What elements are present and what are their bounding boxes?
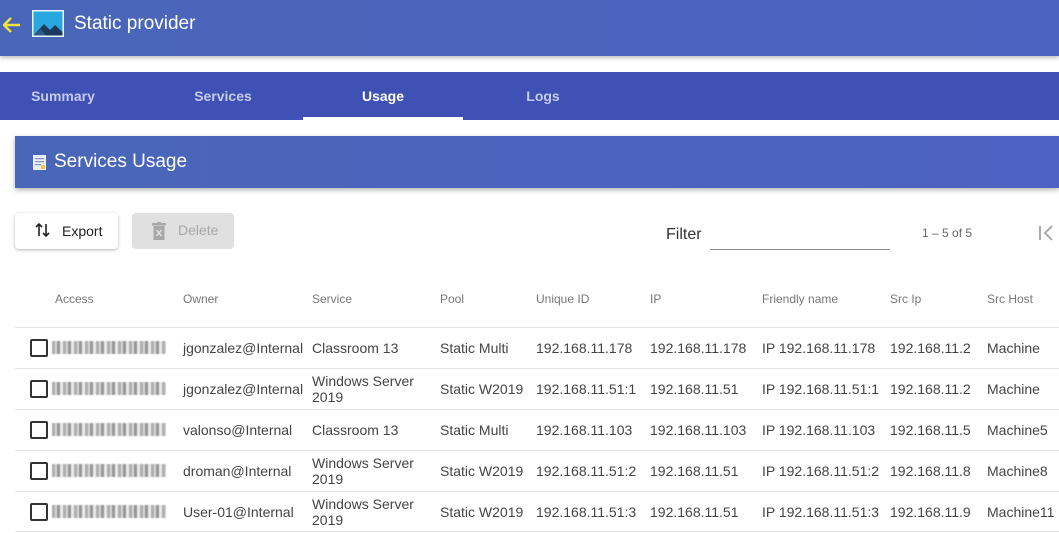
table-row[interactable]: jgonzalez@Internal Windows Server 2019 S… (15, 368, 1059, 409)
src-ip-cell: 192.168.11.2 (890, 381, 971, 397)
owner-cell: valonso@Internal (183, 422, 293, 438)
tab-services[interactable]: Services (143, 72, 303, 120)
src-ip-cell: 192.168.11.8 (890, 463, 971, 479)
access-date-redacted (52, 423, 166, 436)
src-ip-cell: 192.168.11.5 (890, 422, 971, 438)
friendly-name-cell: IP 192.168.11.51:1 (762, 381, 880, 397)
owner-cell: jgonzalez@Internal (183, 340, 304, 356)
access-date-redacted (52, 464, 166, 477)
arrow-left-icon (2, 17, 20, 33)
pool-cell: Static W2019 (440, 504, 524, 520)
column-header-service[interactable]: Service (312, 292, 352, 306)
filter-label: Filter (666, 226, 702, 243)
app-title: Static provider (74, 13, 196, 34)
service-cell: Windows Server 2019 (312, 496, 414, 528)
card-header: Services Usage (15, 136, 1059, 188)
src-ip-cell: 192.168.11.9 (890, 504, 971, 520)
trash-icon (152, 222, 166, 240)
src-host-cell: Machine8 (987, 463, 1048, 479)
document-icon (33, 155, 46, 170)
delete-button[interactable]: Delete (132, 213, 234, 249)
src-host-cell: Machine11 (987, 504, 1055, 520)
friendly-name-cell: IP 192.168.11.103 (762, 422, 876, 438)
column-header-pool[interactable]: Pool (440, 292, 464, 306)
filter-input[interactable] (710, 222, 890, 250)
first-page-icon[interactable] (1037, 222, 1057, 244)
pool-cell: Static Multi (440, 340, 509, 356)
active-tab-indicator (303, 117, 463, 120)
table-row[interactable]: User-01@Internal Windows Server 2019 Sta… (15, 491, 1059, 532)
src-host-cell: Machine (987, 381, 1040, 397)
ip-cell: 192.168.11.103 (650, 422, 747, 438)
src-ip-cell: 192.168.11.2 (890, 340, 971, 356)
access-date-redacted (52, 341, 166, 354)
pool-cell: Static W2019 (440, 381, 524, 397)
column-header-unique-id[interactable]: Unique ID (536, 292, 589, 306)
ip-cell: 192.168.11.178 (650, 340, 747, 356)
unique-id-cell: 192.168.11.51:1 (536, 381, 637, 397)
row-checkbox[interactable] (30, 339, 48, 357)
row-checkbox[interactable] (30, 462, 48, 480)
table-row[interactable]: jgonzalez@Internal Classroom 13 Static M… (15, 327, 1059, 368)
column-header-ip[interactable]: IP (650, 292, 661, 306)
table-row[interactable]: valonso@Internal Classroom 13 Static Mul… (15, 409, 1059, 450)
paginator-range-label: 1 – 5 of 5 (922, 226, 973, 240)
unique-id-cell: 192.168.11.178 (536, 340, 633, 356)
tab-bar: Summary Services Usage Logs (0, 72, 1059, 120)
access-date-redacted (52, 382, 166, 395)
src-host-cell: Machine (987, 340, 1040, 356)
owner-cell: User-01@Internal (183, 504, 294, 520)
unique-id-cell: 192.168.11.51:2 (536, 463, 637, 479)
pool-cell: Static W2019 (440, 463, 524, 479)
delete-label: Delete (178, 222, 219, 238)
friendly-name-cell: IP 192.168.11.178 (762, 340, 876, 356)
card-title: Services Usage (54, 151, 188, 172)
tab-logs[interactable]: Logs (463, 72, 623, 120)
column-header-src-host[interactable]: Src Host (987, 292, 1033, 306)
row-checkbox[interactable] (30, 380, 48, 398)
column-header-src-ip[interactable]: Src Ip (890, 292, 921, 306)
ip-cell: 192.168.11.51 (650, 504, 739, 520)
sort-arrows-icon (35, 222, 50, 238)
access-date-redacted (52, 505, 166, 518)
column-header-access[interactable]: Access (55, 292, 94, 306)
service-cell: Windows Server 2019 (312, 373, 414, 405)
row-checkbox[interactable] (30, 503, 48, 521)
service-cell: Classroom 13 (312, 340, 399, 356)
tab-usage[interactable]: Usage (303, 72, 463, 120)
ip-cell: 192.168.11.51 (650, 381, 739, 397)
owner-cell: jgonzalez@Internal (183, 381, 304, 397)
app-toolbar: Static provider (0, 0, 1059, 56)
ip-cell: 192.168.11.51 (650, 463, 739, 479)
row-checkbox[interactable] (30, 421, 48, 439)
src-host-cell: Machine5 (987, 422, 1048, 438)
column-header-owner[interactable]: Owner (183, 292, 218, 306)
back-button[interactable] (2, 14, 22, 36)
service-cell: Windows Server 2019 (312, 455, 414, 487)
column-header-friendly-name[interactable]: Friendly name (762, 292, 838, 306)
tab-summary[interactable]: Summary (0, 72, 143, 120)
image-icon (32, 10, 64, 37)
export-button[interactable]: Export (15, 213, 118, 249)
export-label: Export (62, 223, 103, 239)
owner-cell: droman@Internal (183, 463, 292, 479)
friendly-name-cell: IP 192.168.11.51:3 (762, 504, 880, 520)
friendly-name-cell: IP 192.168.11.51:2 (762, 463, 880, 479)
unique-id-cell: 192.168.11.103 (536, 422, 633, 438)
pool-cell: Static Multi (440, 422, 509, 438)
unique-id-cell: 192.168.11.51:3 (536, 504, 637, 520)
table-row[interactable]: droman@Internal Windows Server 2019 Stat… (15, 450, 1059, 491)
service-cell: Classroom 13 (312, 422, 399, 438)
